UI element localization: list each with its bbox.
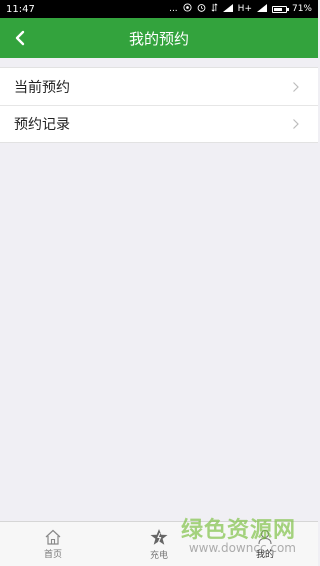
chevron-right-icon (292, 117, 302, 131)
alarm-icon (197, 3, 206, 15)
menu-item-label: 预约记录 (14, 117, 70, 133)
bottom-tab-bar: 首页 充电 我的 (0, 521, 318, 566)
tab-charge[interactable]: 充电 (106, 522, 212, 566)
home-icon (45, 529, 61, 545)
tab-label: 首页 (43, 549, 62, 560)
chevron-right-icon (292, 80, 302, 94)
data-transfer-icon (211, 3, 218, 15)
reservation-menu: 当前预约 预约记录 (0, 67, 318, 143)
hotspot-icon (183, 3, 192, 15)
person-icon (258, 529, 272, 544)
status-bar: 11:47 ... H+ 71% (0, 0, 318, 18)
status-icons: ... H+ 71% (169, 3, 312, 15)
back-button[interactable] (8, 26, 32, 50)
tab-label: 我的 (255, 549, 274, 560)
battery-icon (271, 5, 289, 13)
chevron-left-icon (15, 30, 25, 46)
menu-item-reservation-history[interactable]: 预约记录 (0, 105, 318, 142)
tab-label: 充电 (149, 550, 168, 561)
signal-icon-2 (256, 3, 267, 15)
signal-icon (222, 3, 233, 15)
menu-item-current-reservation[interactable]: 当前预约 (0, 68, 318, 105)
page-title: 我的预约 (128, 29, 189, 48)
notification-dots: ... (169, 4, 178, 14)
network-type: H+ (237, 4, 252, 14)
app-header: 我的预约 (0, 18, 318, 58)
status-time: 11:47 (6, 3, 35, 15)
battery-percent: 71% (291, 4, 312, 14)
tab-home[interactable]: 首页 (0, 522, 106, 566)
tab-mine[interactable]: 我的 (212, 522, 318, 566)
menu-item-label: 当前预约 (14, 79, 70, 96)
star-icon (150, 528, 168, 545)
